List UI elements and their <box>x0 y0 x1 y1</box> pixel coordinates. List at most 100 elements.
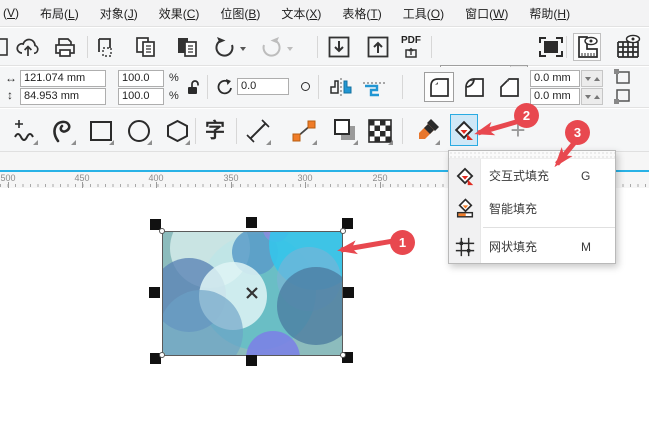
property-bar: ↔ ↕ 121.074 mm 84.953 mm 100.0 100.0 % %… <box>0 67 649 108</box>
corner-radius-field-1[interactable]: 0.0 mm <box>530 70 580 87</box>
degree-icon <box>301 82 310 91</box>
publish-pdf-icon[interactable]: PDF <box>396 34 426 60</box>
interactive-fill-icon <box>449 165 481 187</box>
import-icon[interactable] <box>326 35 352 59</box>
object-width-field[interactable]: 121.074 mm <box>20 70 106 87</box>
menu-object[interactable]: 对象(J) <box>100 5 138 22</box>
link-corners-icon-1[interactable] <box>612 68 632 86</box>
corner-node[interactable] <box>340 352 346 358</box>
toolbox-separator <box>402 118 403 144</box>
radius-spinner-2[interactable] <box>581 88 603 105</box>
interactive-fill-tool[interactable] <box>450 114 478 146</box>
fill-tool-flyout: 交互式填充 G 智能填充 网状填充 M <box>448 150 616 264</box>
callout-badge-3: 3 <box>565 120 590 145</box>
cloud-upload-icon[interactable] <box>14 35 42 59</box>
flyout-item-label: 交互式填充 <box>489 169 550 183</box>
link-corners-icon-2[interactable] <box>612 87 632 105</box>
transparency-tool[interactable] <box>365 114 395 147</box>
mirror-horizontal-icon[interactable] <box>327 76 355 98</box>
toolbar-separator <box>317 36 318 58</box>
connector-tool[interactable] <box>289 114 319 147</box>
corner-node[interactable] <box>340 228 346 234</box>
rotation-angle-field[interactable]: 0.0 <box>237 78 289 95</box>
ellipse-tool[interactable] <box>124 114 154 147</box>
flyout-item-interactive-fill[interactable]: 交互式填充 G <box>449 159 615 192</box>
selection-handle[interactable] <box>246 217 257 228</box>
toolbox-separator <box>195 118 196 144</box>
menu-table[interactable]: 表格(T) <box>342 5 381 22</box>
round-corner-button[interactable] <box>424 72 454 102</box>
mesh-fill-icon <box>449 236 481 258</box>
object-width-icon: ↔ <box>5 71 17 85</box>
color-eyedropper-tool[interactable] <box>412 114 442 147</box>
flyout-item-label: 网状填充 <box>489 240 538 254</box>
propbar-separator <box>402 75 403 99</box>
paste-icon[interactable] <box>174 36 200 58</box>
object-height-icon: ↕ <box>7 88 13 102</box>
callout-badge-1: 1 <box>390 230 415 255</box>
selection-handle[interactable] <box>149 287 160 298</box>
propbar-separator <box>318 75 319 99</box>
menu-view[interactable]: (V) <box>3 6 19 20</box>
flyout-item-label: 智能填充 <box>489 202 538 216</box>
rectangle-tool[interactable] <box>86 114 116 147</box>
propbar-separator <box>207 75 208 99</box>
polygon-tool[interactable] <box>162 114 192 147</box>
scale-h-field[interactable]: 100.0 <box>118 70 164 87</box>
copy-icon[interactable] <box>133 36 159 58</box>
show-grid-icon[interactable] <box>613 33 643 61</box>
object-center-marker[interactable] <box>244 285 260 301</box>
show-rulers-icon[interactable] <box>573 33 601 61</box>
menu-effects[interactable]: 效果(C) <box>159 5 200 22</box>
print-icon[interactable] <box>52 36 78 58</box>
lock-ratio-icon[interactable] <box>185 78 201 96</box>
toolbar-separator <box>87 36 88 58</box>
menu-layout[interactable]: 布局(L) <box>40 5 79 22</box>
toolbox-separator <box>236 118 237 144</box>
corner-radius-field-2[interactable]: 0.0 mm <box>530 88 580 105</box>
percent-label: % <box>169 90 179 102</box>
freehand-tool[interactable] <box>10 114 40 147</box>
flyout-item-shortcut: G <box>581 168 591 183</box>
toolbox: 字 + <box>0 109 649 152</box>
callout-badge-2: 2 <box>514 103 539 128</box>
drop-shadow-tool[interactable] <box>330 114 360 147</box>
smart-fill-icon <box>449 197 481 220</box>
menu-bitmaps[interactable]: 位图(B) <box>220 5 260 22</box>
toolbar-separator <box>566 36 567 58</box>
menu-tools[interactable]: 工具(O) <box>403 5 444 22</box>
curve-tool[interactable] <box>48 114 78 147</box>
flyout-item-shortcut: M <box>581 239 591 254</box>
fullscreen-preview-icon[interactable] <box>537 36 565 58</box>
rotation-icon <box>214 77 234 97</box>
coreldraw-window: { "menu": { "items": [ {"pre":"(","key":… <box>0 0 649 424</box>
save-icon[interactable] <box>0 37 8 57</box>
export-icon[interactable] <box>365 35 391 59</box>
selection-handle[interactable] <box>343 287 354 298</box>
corner-node[interactable] <box>159 352 165 358</box>
undo-button[interactable] <box>213 36 237 58</box>
cut-icon[interactable] <box>94 36 118 58</box>
menu-help[interactable]: 帮助(H) <box>529 5 570 22</box>
standard-toolbar: PDF 40% <box>0 28 649 86</box>
flyout-drag-handle[interactable] <box>449 151 615 159</box>
dimension-tool[interactable] <box>243 114 273 147</box>
radius-spinner-1[interactable] <box>581 70 603 87</box>
text-tool[interactable]: 字 <box>200 114 230 147</box>
flyout-item-smart-fill[interactable]: 智能填充 <box>449 192 615 225</box>
object-height-field[interactable]: 84.953 mm <box>20 88 106 105</box>
redo-dropdown-icon[interactable] <box>286 45 294 53</box>
selection-handle[interactable] <box>246 355 257 366</box>
scale-v-field[interactable]: 100.0 <box>118 88 164 105</box>
menu-window[interactable]: 窗口(W) <box>465 5 508 22</box>
percent-label: % <box>169 72 179 84</box>
ruler-label: 500 <box>0 173 16 183</box>
undo-dropdown-icon[interactable] <box>239 45 247 53</box>
redo-button[interactable] <box>259 36 283 58</box>
corner-node[interactable] <box>159 228 165 234</box>
mirror-vertical-icon[interactable] <box>360 76 388 98</box>
chamfered-corner-button[interactable] <box>494 72 524 102</box>
flyout-item-mesh-fill[interactable]: 网状填充 M <box>449 230 615 263</box>
scalloped-corner-button[interactable] <box>459 72 489 102</box>
menu-text[interactable]: 文本(X) <box>281 5 321 22</box>
